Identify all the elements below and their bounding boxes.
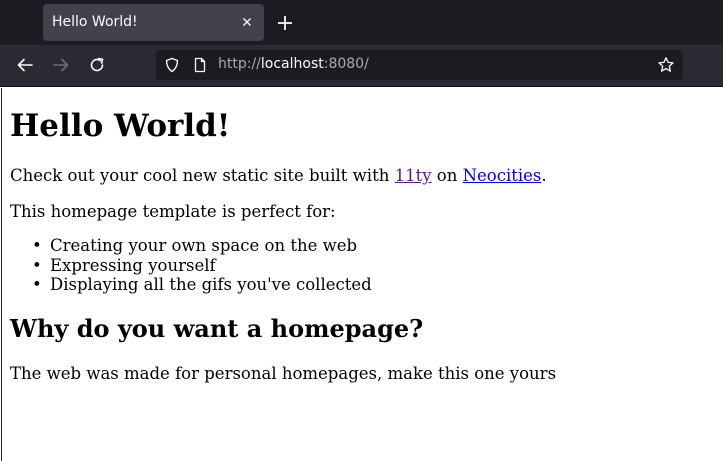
back-arrow-icon[interactable] bbox=[16, 56, 34, 74]
subheading: Why do you want a homepage? bbox=[10, 314, 424, 343]
template-intro: This homepage template is perfect for: bbox=[10, 202, 336, 221]
list-item: Expressing yourself bbox=[32, 256, 372, 276]
plus-icon[interactable] bbox=[276, 14, 294, 32]
nav-bar: http://localhost:8080/ bbox=[0, 45, 723, 87]
list-item: Displaying all the gifs you've collected bbox=[32, 275, 372, 295]
intro-paragraph: Check out your cool new static site buil… bbox=[10, 166, 547, 185]
page-icon[interactable] bbox=[192, 57, 208, 73]
url-text[interactable]: http://localhost:8080/ bbox=[218, 56, 369, 72]
tab-title: Hello World! bbox=[52, 14, 138, 30]
closing-paragraph: The web was made for personal homepages,… bbox=[10, 364, 557, 383]
url-host: localhost bbox=[260, 56, 324, 72]
intro-middle: on bbox=[431, 166, 463, 185]
url-bar[interactable]: http://localhost:8080/ bbox=[156, 50, 683, 80]
tab-bar: Hello World! bbox=[0, 0, 723, 45]
url-suffix: :8080/ bbox=[323, 56, 369, 72]
close-icon[interactable] bbox=[239, 14, 255, 30]
intro-prefix: Check out your cool new static site buil… bbox=[10, 166, 395, 185]
features-list: Creating your own space on the web Expre… bbox=[32, 236, 372, 295]
url-prefix: http:// bbox=[218, 56, 261, 72]
reload-icon[interactable] bbox=[88, 56, 106, 74]
page-content: Hello World! Check out your cool new sta… bbox=[1, 88, 723, 461]
tab-active[interactable]: Hello World! bbox=[43, 4, 264, 41]
page-heading: Hello World! bbox=[10, 108, 231, 144]
shield-icon[interactable] bbox=[164, 57, 180, 73]
link-neocities[interactable]: Neocities bbox=[463, 166, 542, 185]
list-item: Creating your own space on the web bbox=[32, 236, 372, 256]
forward-arrow-icon[interactable] bbox=[52, 56, 70, 74]
star-icon[interactable] bbox=[657, 56, 675, 74]
link-11ty[interactable]: 11ty bbox=[395, 166, 432, 185]
intro-suffix: . bbox=[541, 166, 547, 185]
